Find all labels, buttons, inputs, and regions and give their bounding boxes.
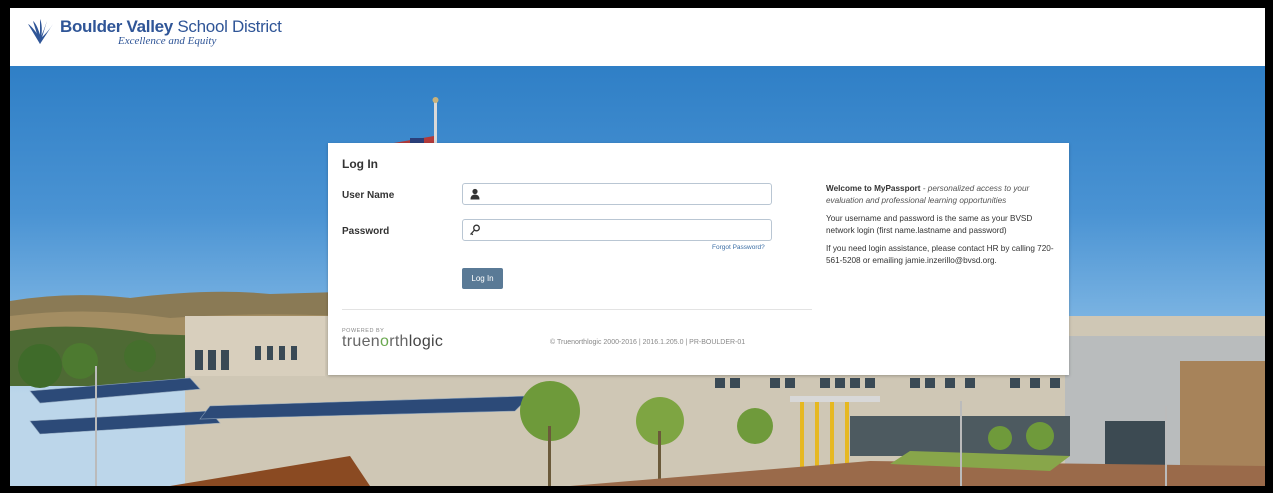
login-card: Log In User Name Password Forgot Passwor… xyxy=(328,143,1069,375)
username-label: User Name xyxy=(342,190,395,201)
password-label: Password xyxy=(342,226,390,237)
credentials-text: Your username and password is the same a… xyxy=(826,214,1033,235)
assistance-text: If you need login assistance, please con… xyxy=(826,244,1054,265)
site-header: Boulder Valley School District Excellenc… xyxy=(10,8,1265,66)
login-button[interactable]: Log In xyxy=(462,268,503,289)
district-logo[interactable]: Boulder Valley School District Excellenc… xyxy=(24,18,282,47)
copyright-text: © Truenorthlogic 2000-2016 | 2016.1.205.… xyxy=(550,339,746,346)
username-field[interactable] xyxy=(462,183,772,205)
district-name: Boulder Valley School District xyxy=(60,17,282,36)
welcome-text: Welcome to MyPassport - personalized acc… xyxy=(826,184,1030,205)
username-input[interactable] xyxy=(487,186,771,204)
password-input[interactable] xyxy=(487,222,771,240)
bvsd-leaf-icon xyxy=(28,19,53,44)
truenorthlogic-brand: truenorthlogic xyxy=(342,333,444,350)
password-field[interactable] xyxy=(462,219,772,241)
browser-viewport: Boulder Valley School District Excellenc… xyxy=(10,8,1265,486)
user-icon xyxy=(470,188,480,200)
login-title: Log In xyxy=(342,157,378,171)
welcome-info: Welcome to MyPassport - personalized acc… xyxy=(826,183,1058,273)
card-divider xyxy=(342,309,812,310)
key-icon xyxy=(470,224,480,236)
district-tagline: Excellence and Equity xyxy=(118,35,217,47)
powered-by-logo: POWERED BY truenorthlogic xyxy=(342,328,443,350)
forgot-password-link[interactable]: Forgot Password? xyxy=(712,244,765,251)
